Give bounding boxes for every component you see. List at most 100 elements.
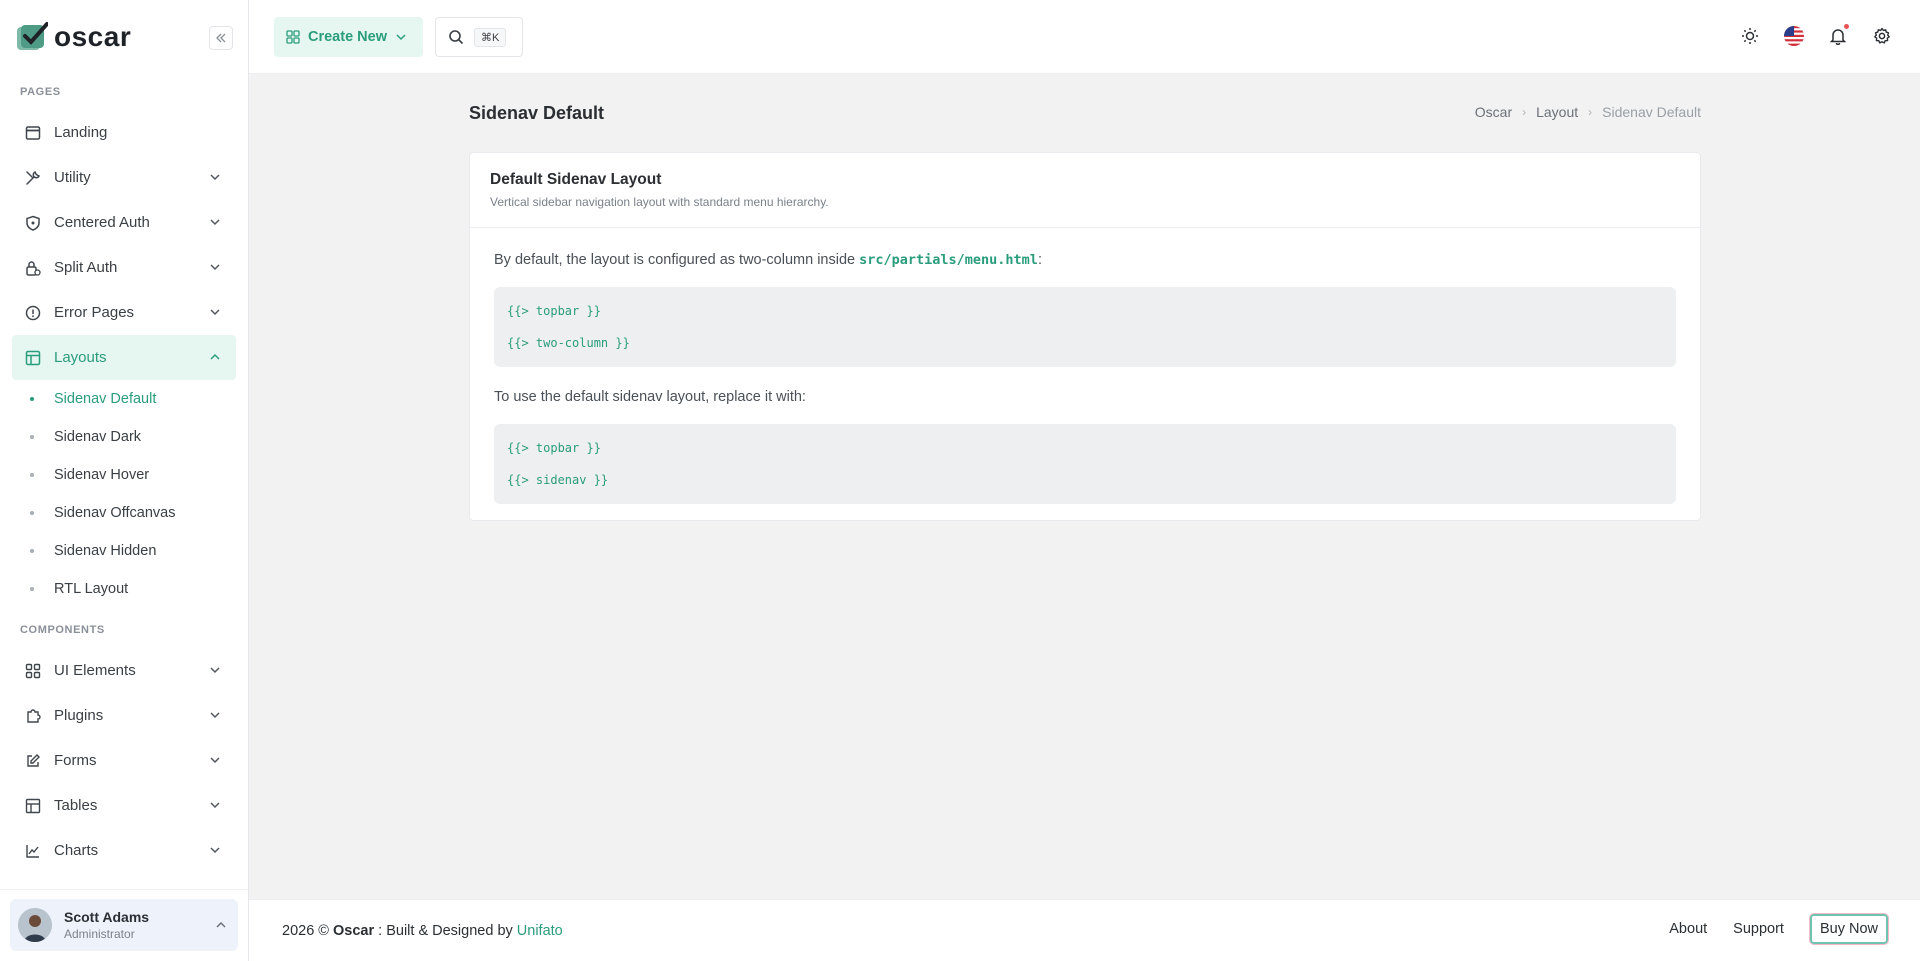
code-line: {{> sidenav }} xyxy=(507,473,609,487)
tools-icon xyxy=(24,169,42,187)
code-block-replacement: {{> topbar }} {{> sidenav }} xyxy=(494,424,1676,504)
theme-toggle-button[interactable] xyxy=(1740,26,1760,46)
sidebar-item-utility[interactable]: Utility xyxy=(12,155,236,200)
puzzle-icon xyxy=(24,707,42,725)
sidebar-item-label: Landing xyxy=(54,124,108,141)
create-new-label: Create New xyxy=(308,29,387,45)
topbar-actions xyxy=(1740,24,1892,46)
buy-now-button[interactable]: Buy Now xyxy=(1808,913,1890,945)
sidebar-item-label: UI Elements xyxy=(54,662,136,679)
intro-paragraph: By default, the layout is configured as … xyxy=(494,252,1676,268)
breadcrumb: Oscar › Layout › Sidenav Default xyxy=(1475,104,1701,120)
intro-text: By default, the layout is configured as … xyxy=(494,252,860,268)
footer-links: About Support Buy Now xyxy=(1669,913,1890,945)
sidebar-item-label: Layouts xyxy=(54,349,107,366)
copyright: 2026 © Oscar : Built & Designed by Unifa… xyxy=(282,923,563,939)
sidebar-item-forms[interactable]: Forms xyxy=(12,738,236,783)
table-icon xyxy=(24,797,42,815)
content-card: Default Sidenav Layout Vertical sidebar … xyxy=(469,152,1701,521)
card-body: By default, the layout is configured as … xyxy=(470,228,1700,528)
sidebar-subitem-rtl-layout[interactable]: RTL Layout xyxy=(0,570,248,608)
sidebar-item-label: Error Pages xyxy=(54,304,135,321)
alert-circle-icon xyxy=(24,304,42,322)
sidebar-item-label: Utility xyxy=(54,169,91,186)
chevron-right-icon: › xyxy=(1522,105,1527,119)
grid-icon xyxy=(286,30,300,44)
sidebar-subitem-sidenav-hover[interactable]: Sidenav Hover xyxy=(0,456,248,494)
sidebar-item-label: Charts xyxy=(54,842,99,859)
chevron-right-icon: › xyxy=(1588,105,1593,119)
chevron-down-icon xyxy=(210,264,220,271)
us-flag-icon xyxy=(1784,26,1804,46)
brand-name[interactable]: oscar xyxy=(54,21,131,53)
sidebar-item-layouts[interactable]: Layouts xyxy=(12,335,236,380)
sidebar-item-label: Centered Auth xyxy=(54,214,150,231)
chevron-down-icon xyxy=(210,712,220,719)
card-subtitle: Vertical sidebar navigation layout with … xyxy=(490,195,829,209)
gear-icon xyxy=(1874,27,1890,44)
sidebar: oscar PAGES Landing Utility Centered Aut… xyxy=(0,0,249,961)
user-profile-card[interactable]: Scott Adams Administrator xyxy=(10,899,238,951)
search-icon xyxy=(449,30,464,45)
chevron-up-icon xyxy=(210,353,220,360)
shield-icon xyxy=(24,214,42,232)
copyright-brand: Oscar xyxy=(333,923,375,939)
brand: oscar xyxy=(0,0,248,74)
sidebar-item-label: Forms xyxy=(54,752,97,769)
create-new-button[interactable]: Create New xyxy=(274,17,423,57)
copyright-year: 2026 © xyxy=(282,923,333,939)
notifications-button[interactable] xyxy=(1828,24,1849,46)
layout-icon xyxy=(24,349,42,367)
code-line: {{> two-column }} xyxy=(507,336,630,350)
code-block-current: {{> topbar }} {{> two-column }} xyxy=(494,287,1676,367)
language-button[interactable] xyxy=(1784,26,1804,46)
collapse-sidebar-button[interactable] xyxy=(209,26,233,50)
edit-icon xyxy=(24,752,42,770)
logo-icon xyxy=(17,22,48,50)
sidebar-subitem-sidenav-hidden[interactable]: Sidenav Hidden xyxy=(0,532,248,570)
section-components: COMPONENTS xyxy=(20,624,105,636)
sidebar-subitem-sidenav-offcanvas[interactable]: Sidenav Offcanvas xyxy=(0,494,248,532)
sidebar-subitem-sidenav-default[interactable]: Sidenav Default xyxy=(0,380,248,418)
avatar xyxy=(18,908,52,942)
chevron-down-icon xyxy=(210,847,220,854)
about-link[interactable]: About xyxy=(1669,921,1707,937)
chevron-down-icon xyxy=(210,667,220,674)
window-icon xyxy=(24,124,42,142)
chevrons-left-icon xyxy=(216,33,226,43)
breadcrumb-item-layout[interactable]: Layout xyxy=(1536,104,1578,120)
footer: 2026 © Oscar : Built & Designed by Unifa… xyxy=(249,899,1920,961)
chevron-up-icon xyxy=(216,921,226,928)
settings-button[interactable] xyxy=(1872,26,1892,46)
breadcrumb-item-current: Sidenav Default xyxy=(1602,104,1701,120)
breadcrumb-item-oscar[interactable]: Oscar xyxy=(1475,104,1512,120)
sidebar-subitem-sidenav-dark[interactable]: Sidenav Dark xyxy=(0,418,248,456)
notification-dot xyxy=(1844,24,1849,29)
author-link[interactable]: Unifato xyxy=(517,923,563,939)
sidebar-item-split-auth[interactable]: Split Auth xyxy=(12,245,236,290)
layouts-submenu: Sidenav Default Sidenav Dark Sidenav Hov… xyxy=(0,380,248,608)
user-role: Administrator xyxy=(64,927,135,941)
card-title: Default Sidenav Layout xyxy=(490,171,662,188)
file-path-code: src/partials/menu.html xyxy=(859,252,1038,268)
code-line: {{> topbar }} xyxy=(507,304,601,318)
support-link[interactable]: Support xyxy=(1733,921,1784,937)
intro-suffix: : xyxy=(1037,252,1042,268)
sidebar-item-ui-elements[interactable]: UI Elements xyxy=(12,648,236,693)
sidebar-item-error-pages[interactable]: Error Pages xyxy=(12,290,236,335)
sun-icon xyxy=(1742,28,1758,44)
sidebar-item-tables[interactable]: Tables xyxy=(12,783,236,828)
topbar: Create New ⌘K xyxy=(249,0,1920,74)
chevron-down-icon xyxy=(396,34,406,41)
card-header: Default Sidenav Layout Vertical sidebar … xyxy=(470,153,1700,228)
chevron-down-icon xyxy=(210,219,220,226)
search-button[interactable]: ⌘K xyxy=(435,17,523,57)
sidebar-item-label: Plugins xyxy=(54,707,104,724)
chart-icon xyxy=(24,842,42,860)
sidebar-item-landing[interactable]: Landing xyxy=(12,110,236,155)
lock-icon xyxy=(24,259,42,277)
sidebar-item-centered-auth[interactable]: Centered Auth xyxy=(12,200,236,245)
sidebar-item-label: Tables xyxy=(54,797,98,814)
sidebar-item-charts[interactable]: Charts xyxy=(12,828,236,873)
sidebar-item-plugins[interactable]: Plugins xyxy=(12,693,236,738)
